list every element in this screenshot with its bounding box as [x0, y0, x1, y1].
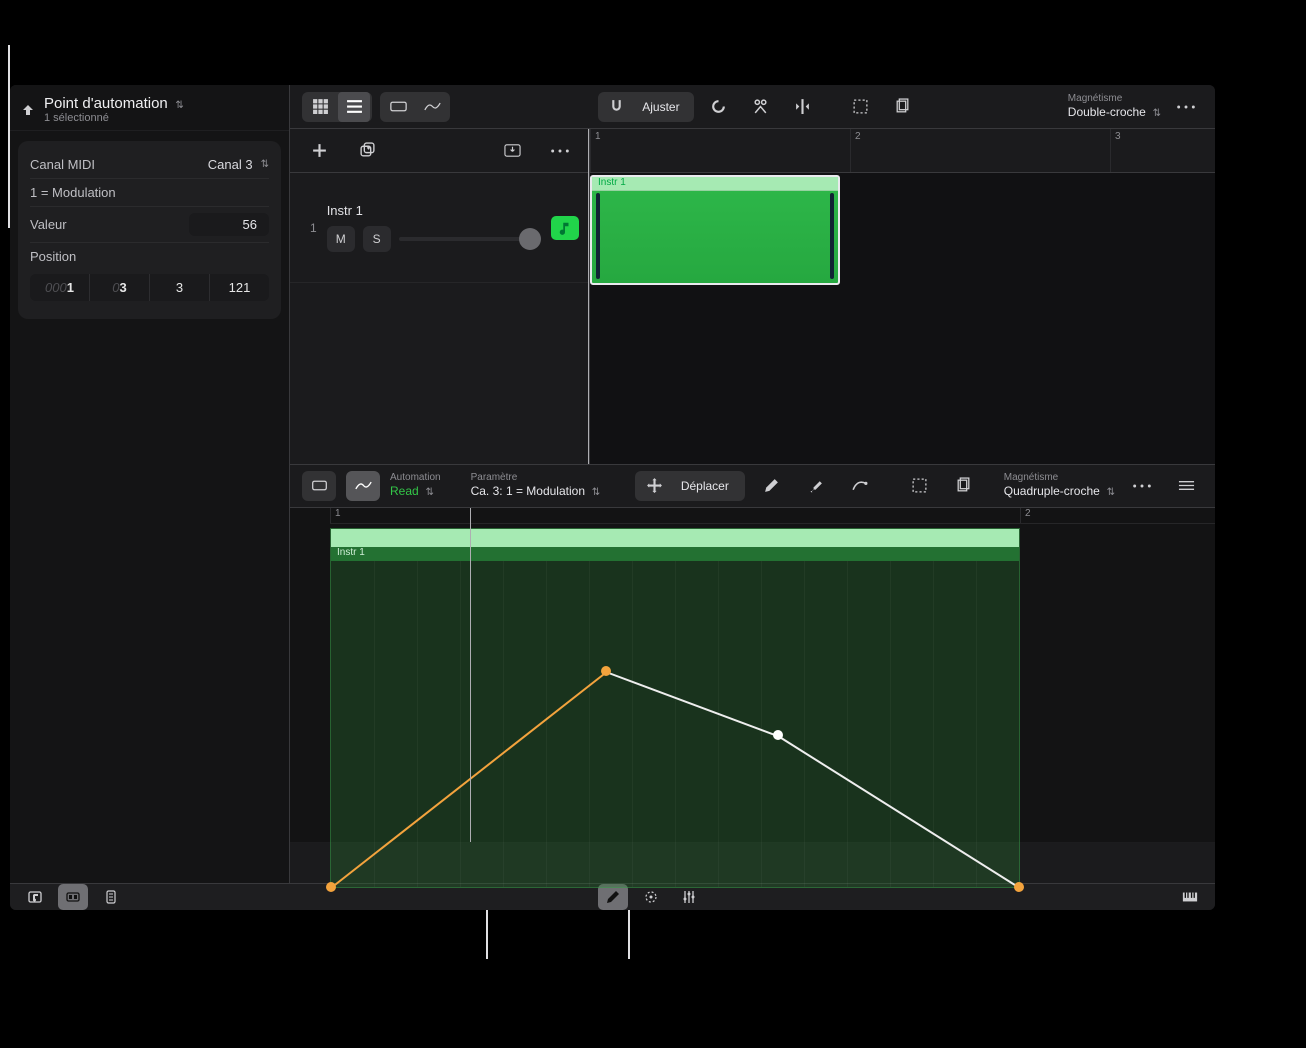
- deplacer-button[interactable]: Déplacer: [635, 471, 745, 501]
- arrange-area[interactable]: 1 Instr 1 M S 1 2 3: [290, 129, 1215, 464]
- track-name[interactable]: Instr 1: [327, 203, 541, 218]
- track-number: 1: [310, 221, 317, 235]
- brush-tool-button[interactable]: [799, 471, 833, 501]
- chevron-updown-icon: ⇅: [589, 487, 600, 498]
- position-label: Position: [30, 249, 269, 264]
- solo-button[interactable]: S: [363, 226, 391, 252]
- automation-snap-menu[interactable]: Magnétisme Quadruple-croche ⇅: [1004, 472, 1115, 499]
- keyboard-button[interactable]: [1175, 884, 1205, 910]
- copy-button-2[interactable]: [947, 471, 981, 501]
- duplicate-track-button[interactable]: [350, 136, 384, 166]
- instrument-patch-button[interactable]: [551, 216, 579, 240]
- chevron-updown-icon: ⇅: [1104, 487, 1115, 498]
- inspector-subtitle: 1 sélectionné: [44, 112, 184, 124]
- automation-param-menu[interactable]: Paramètre Ca. 3: 1 = Modulation ⇅: [471, 472, 601, 499]
- arrange-ruler[interactable]: 1 2 3: [590, 129, 1215, 173]
- automation-point[interactable]: [773, 730, 783, 740]
- marquee-button[interactable]: [844, 92, 878, 122]
- automation-toggle-button[interactable]: [636, 884, 666, 910]
- copy-button[interactable]: [886, 92, 920, 122]
- region-handle-left[interactable]: [596, 193, 600, 279]
- automation-point[interactable]: [1014, 882, 1024, 892]
- inspector-panel: Point d'automation ⇅ 1 sélectionné Canal…: [10, 85, 290, 883]
- add-track-button[interactable]: [302, 136, 336, 166]
- snap-icon: [600, 92, 632, 122]
- track-more-button[interactable]: [543, 136, 577, 166]
- arrange-clips-area[interactable]: Instr 1: [590, 173, 1215, 464]
- display-segment: [380, 92, 450, 122]
- marquee-button-2[interactable]: [903, 471, 937, 501]
- automation-point[interactable]: [326, 882, 336, 892]
- value-row[interactable]: Valeur 56: [30, 206, 269, 242]
- import-button[interactable]: [495, 136, 529, 166]
- automation-curve-button[interactable]: [346, 471, 380, 501]
- value-field[interactable]: 56: [189, 213, 269, 236]
- curve-tool-button[interactable]: [843, 471, 877, 501]
- position-row: Position 0001 03 3 121: [30, 242, 269, 307]
- automation-region-name: Instr 1: [337, 547, 365, 558]
- automation-more-button[interactable]: [1125, 471, 1159, 501]
- move-icon: [639, 471, 671, 501]
- ajuster-button[interactable]: Ajuster: [598, 92, 693, 122]
- scissors-button[interactable]: [744, 92, 778, 122]
- notes-button[interactable]: [96, 884, 126, 910]
- chevron-updown-icon: ⇅: [175, 100, 183, 111]
- mute-button[interactable]: M: [327, 226, 355, 252]
- midi-channel-row[interactable]: Canal MIDI Canal 3 ⇅: [30, 151, 269, 178]
- position-field[interactable]: 0001 03 3 121: [30, 274, 269, 301]
- tracks-toolbar: Ajuster Magnétisme Double-croche ⇅: [290, 85, 1215, 129]
- list-view-button[interactable]: [338, 92, 370, 122]
- inspector-back-button[interactable]: [20, 102, 36, 118]
- lines-button[interactable]: [1169, 471, 1203, 501]
- pencil-tool-button[interactable]: [755, 471, 789, 501]
- track-header-column: 1 Instr 1 M S: [290, 129, 590, 464]
- split-button[interactable]: [786, 92, 820, 122]
- chevron-updown-icon: ⇅: [1150, 108, 1161, 119]
- region-frame-button[interactable]: [302, 471, 336, 501]
- automation-ruler[interactable]: 1 2: [330, 508, 1215, 524]
- chevron-updown-icon: ⇅: [261, 159, 269, 170]
- region-view-button[interactable]: [382, 92, 414, 122]
- automation-toolbar: Automation Read ⇅ Paramètre Ca. 3: 1 = M…: [290, 464, 1215, 508]
- loop-button[interactable]: [702, 92, 736, 122]
- editor-button[interactable]: [58, 884, 88, 910]
- inspector-group: Canal MIDI Canal 3 ⇅ 1 = Modulation Vale…: [18, 141, 281, 319]
- library-button[interactable]: [20, 884, 50, 910]
- automation-playhead[interactable]: [470, 508, 471, 843]
- mixer-button[interactable]: [674, 884, 704, 910]
- automation-editor[interactable]: 1 2 Instr 1: [290, 508, 1215, 843]
- arrange-playhead[interactable]: [588, 129, 589, 464]
- draw-mode-button[interactable]: [598, 884, 628, 910]
- volume-slider[interactable]: [399, 237, 541, 241]
- grid-view-button[interactable]: [304, 92, 336, 122]
- param-text: 1 = Modulation: [30, 185, 116, 200]
- midi-region[interactable]: Instr 1: [590, 175, 840, 285]
- view-mode-segment: [302, 92, 372, 122]
- region-name: Instr 1: [598, 177, 626, 188]
- chevron-updown-icon: ⇅: [423, 487, 434, 498]
- automation-point-selected[interactable]: [601, 666, 611, 676]
- automation-region[interactable]: Instr 1: [330, 528, 1020, 888]
- automation-view-button[interactable]: [416, 92, 448, 122]
- automation-param-row[interactable]: 1 = Modulation: [30, 178, 269, 206]
- snap-menu[interactable]: Magnétisme Double-croche ⇅: [1068, 93, 1161, 120]
- midi-channel-value: Canal 3: [208, 157, 253, 172]
- inspector-title[interactable]: Point d'automation: [44, 95, 168, 112]
- value-label: Valeur: [30, 217, 67, 232]
- midi-channel-label: Canal MIDI: [30, 157, 95, 172]
- region-handle-right[interactable]: [830, 193, 834, 279]
- more-button[interactable]: [1169, 92, 1203, 122]
- automation-mode-menu[interactable]: Automation Read ⇅: [390, 472, 441, 499]
- track-row[interactable]: 1 Instr 1 M S: [290, 173, 589, 283]
